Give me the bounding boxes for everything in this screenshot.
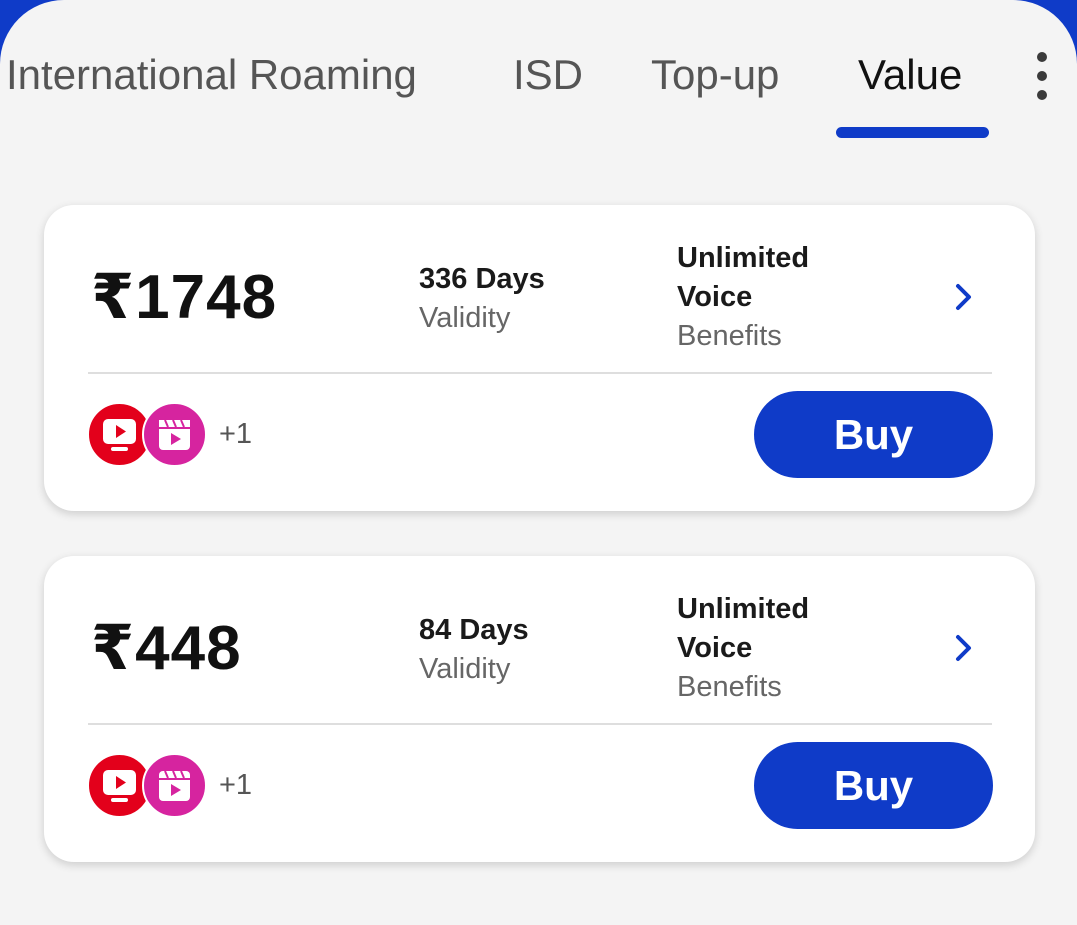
- plan-benefit-label: Benefits: [677, 671, 782, 703]
- plan-benefit-value: Unlimited Voice: [677, 593, 810, 664]
- plan-category-tabs: International Roaming ISD Top-up Value: [0, 0, 1077, 140]
- cinema-app-icon: [142, 402, 207, 467]
- tab-value[interactable]: Value: [858, 48, 962, 102]
- plan-benefit-label: Benefits: [677, 320, 782, 352]
- plan-validity-value: 84 Days: [419, 614, 529, 646]
- plan-validity-label: Validity: [419, 653, 511, 685]
- chevron-right-icon[interactable]: [944, 277, 984, 317]
- buy-button[interactable]: Buy: [754, 391, 993, 478]
- more-apps-count: +1: [219, 418, 253, 450]
- more-apps-count: +1: [219, 769, 253, 801]
- plan-card[interactable]: ₹1748 336 Days Validity Unlimited Voice …: [44, 205, 1035, 511]
- plan-price: ₹448: [91, 614, 242, 683]
- active-tab-indicator: [836, 127, 989, 138]
- plans-screen: International Roaming ISD Top-up Value ₹…: [0, 0, 1077, 925]
- plan-validity-value: 336 Days: [419, 263, 545, 295]
- plan-validity-label: Validity: [419, 302, 511, 334]
- cinema-app-icon: [142, 753, 207, 818]
- more-vertical-icon[interactable]: [1020, 44, 1064, 108]
- tab-isd[interactable]: ISD: [513, 48, 583, 102]
- plan-price: ₹1748: [91, 263, 278, 332]
- card-divider: [88, 372, 992, 374]
- plan-card[interactable]: ₹448 84 Days Validity Unlimited Voice Be…: [44, 556, 1035, 862]
- chevron-right-icon[interactable]: [944, 628, 984, 668]
- plan-benefit-value: Unlimited Voice: [677, 242, 810, 313]
- tab-international-roaming[interactable]: International Roaming: [6, 48, 417, 102]
- buy-button[interactable]: Buy: [754, 742, 993, 829]
- card-divider: [88, 723, 992, 725]
- tab-top-up[interactable]: Top-up: [651, 48, 779, 102]
